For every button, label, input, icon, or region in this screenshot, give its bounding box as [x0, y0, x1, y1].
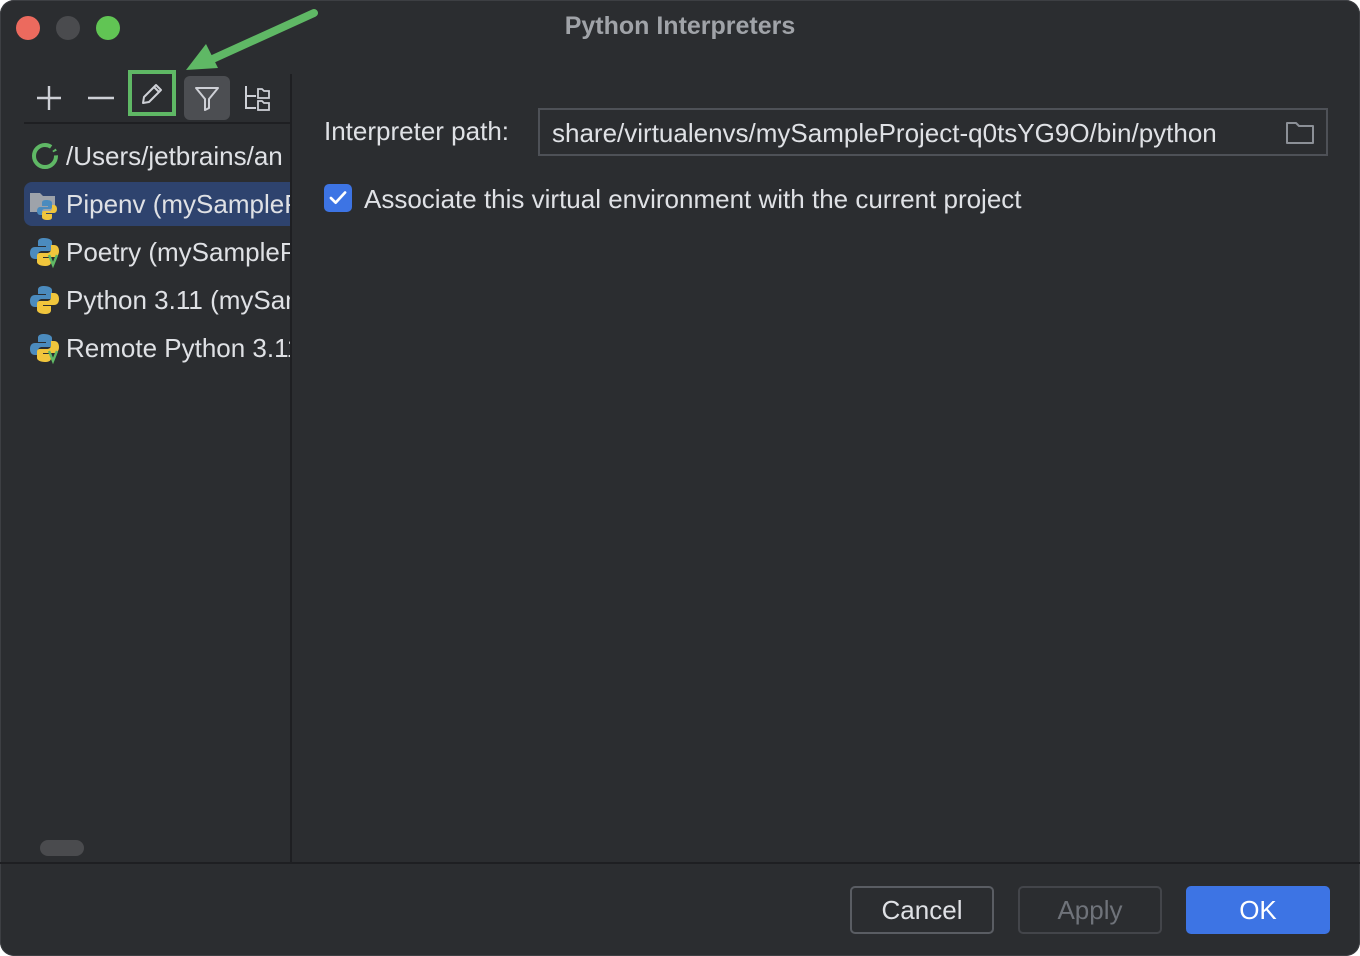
list-horizontal-scrollbar[interactable]	[40, 840, 84, 856]
interpreter-item-python311[interactable]: Python 3.11 (mySampleProject)	[24, 278, 290, 322]
apply-button[interactable]: Apply	[1018, 886, 1162, 934]
pencil-icon	[142, 84, 162, 104]
pipenv-folder-python-icon	[28, 187, 62, 221]
tree-icon	[245, 86, 270, 111]
associate-project-label[interactable]: Associate this virtual environment with …	[364, 184, 1022, 215]
add-interpreter-button[interactable]	[26, 76, 72, 120]
loading-spinner-icon	[28, 139, 62, 173]
browse-folder-icon[interactable]	[1284, 118, 1316, 148]
interpreter-path-value[interactable]: share/virtualenvs/mySampleProject-q0tsYG…	[552, 118, 1217, 149]
python-interpreters-dialog: Python Interpreters /Users/jetbrains/an	[0, 0, 1360, 956]
filter-icon	[195, 87, 219, 111]
interpreter-item-poetry[interactable]: Poetry (mySampleProject)	[24, 230, 290, 274]
interpreter-label: Pipenv (mySampleProject)	[66, 188, 290, 219]
footer-divider	[0, 862, 1360, 864]
interpreter-label: Poetry (mySampleProject)	[66, 236, 290, 267]
ok-button[interactable]: OK	[1186, 886, 1330, 934]
interpreter-item-pipenv[interactable]: Pipenv (mySampleProject)	[24, 182, 290, 226]
python-virtualenv-icon	[28, 235, 62, 269]
panel-divider[interactable]	[290, 74, 292, 862]
checkmark-icon	[329, 191, 347, 205]
plus-icon	[37, 86, 61, 110]
dialog-title: Python Interpreters	[564, 12, 796, 40]
show-paths-tree-button[interactable]	[234, 76, 280, 120]
interpreter-item-remote-python[interactable]: Remote Python 3.11	[24, 326, 290, 370]
minus-icon	[88, 96, 114, 100]
filter-button[interactable]	[184, 76, 230, 120]
interpreter-path-field[interactable]: share/virtualenvs/mySampleProject-q0tsYG…	[538, 108, 1328, 156]
associate-project-checkbox[interactable]	[324, 184, 352, 212]
interpreter-toolbar	[24, 70, 290, 122]
toolbar-divider	[24, 122, 290, 124]
interpreter-label: Python 3.11 (mySampleProject)	[66, 284, 290, 315]
interpreter-path-label: Interpreter path:	[324, 116, 509, 146]
interpreter-label: Remote Python 3.11	[66, 332, 290, 363]
remove-interpreter-button[interactable]	[78, 76, 124, 120]
title-bar: Python Interpreters	[0, 0, 1360, 56]
python-icon	[28, 283, 62, 317]
cancel-button[interactable]: Cancel	[850, 886, 994, 934]
interpreter-item-local-path[interactable]: /Users/jetbrains/an	[24, 134, 290, 178]
python-virtualenv-icon	[28, 331, 62, 365]
interpreter-label: /Users/jetbrains/an	[66, 140, 283, 171]
edit-interpreter-button[interactable]	[128, 70, 176, 116]
